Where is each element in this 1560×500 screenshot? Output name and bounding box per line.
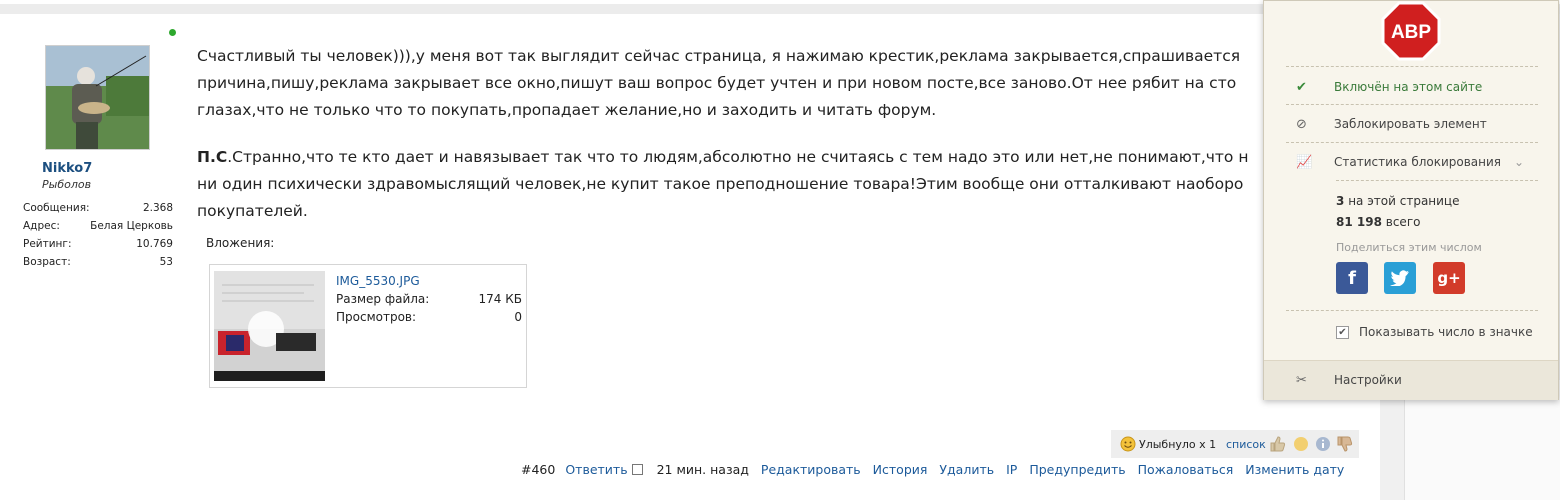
thumbs-up-icon[interactable] xyxy=(1268,435,1286,453)
post-paragraph-1: Счастливый ты человек))),у меня вот так … xyxy=(197,43,1267,124)
username[interactable]: Nikko7 xyxy=(42,161,92,176)
abp-settings-button[interactable]: ✂ Настройки xyxy=(1286,370,1538,390)
attachment-file-link[interactable]: IMG_5530.JPG xyxy=(336,274,420,288)
attachment-views-row: Просмотров: 0 xyxy=(336,310,522,324)
post-time: 21 мин. назад xyxy=(656,462,749,477)
tools-icon: ✂ xyxy=(1296,372,1307,388)
abp-separator xyxy=(1286,310,1538,311)
abp-separator xyxy=(1286,104,1538,105)
size-label: Размер файла: xyxy=(336,292,430,306)
attachment-size-row: Размер файла: 174 КБ xyxy=(336,292,522,306)
abp-enabled-label: Включён на этом сайте xyxy=(1334,80,1483,94)
user-stat-rating: Рейтинг: 10.769 xyxy=(23,235,173,253)
multiquote-checkbox[interactable] xyxy=(631,464,643,475)
post-paragraph-2: П.С.Странно,что те кто дает и навязывает… xyxy=(197,144,1267,225)
abp-enabled-toggle[interactable]: ✔ Включён на этом сайте xyxy=(1286,77,1538,97)
smile-react-icon[interactable] xyxy=(1293,436,1309,452)
abp-block-element-label: Заблокировать элемент xyxy=(1334,117,1487,131)
stat-label: Адрес: xyxy=(23,220,60,232)
reply-link[interactable]: Ответить xyxy=(565,462,627,477)
post-line: ни один психически здравомыслящий челове… xyxy=(197,175,1244,193)
edit-link[interactable]: Редактировать xyxy=(761,462,861,477)
user-stat-posts: Сообщения: 2.368 xyxy=(23,199,173,217)
page-count-value: 3 xyxy=(1336,194,1345,208)
thumbnail-image xyxy=(214,271,325,381)
svg-text:ABP: ABP xyxy=(1391,22,1431,43)
abp-show-count-option[interactable]: ✔ Показывать число в значке xyxy=(1336,322,1538,342)
post-line: глазах,что не только что то покупать,про… xyxy=(197,101,937,119)
chart-icon: 📈 xyxy=(1296,154,1313,170)
delete-link[interactable]: Удалить xyxy=(939,462,994,477)
abp-separator xyxy=(1286,66,1538,67)
post-line: причина,пишу,реклама закрывает все окно,… xyxy=(197,74,1237,92)
abp-separator xyxy=(1286,142,1538,143)
attachments-label: Вложения: xyxy=(206,236,275,250)
abp-share-label: Поделиться этим числом xyxy=(1336,241,1482,254)
user-title: Рыболов xyxy=(42,178,92,191)
abp-stats-label: Статистика блокирования xyxy=(1334,155,1502,169)
stat-label: Возраст: xyxy=(23,256,71,268)
total-count-value: 81 198 xyxy=(1336,215,1382,229)
abp-logo-icon: ABP xyxy=(1381,1,1441,61)
change-date-link[interactable]: Изменить дату xyxy=(1245,462,1344,477)
stat-value: 10.769 xyxy=(136,238,173,250)
reaction-count: Улыбнуло x 1 xyxy=(1139,438,1217,451)
abp-block-element[interactable]: ⊘ Заблокировать элемент xyxy=(1286,114,1538,134)
stat-value: 2.368 xyxy=(142,202,173,214)
user-stat-age: Возраст: 53 xyxy=(23,253,173,271)
facebook-share-button[interactable]: f xyxy=(1336,262,1368,294)
thumbs-down-icon[interactable] xyxy=(1335,435,1353,453)
post-line: .Странно,что те кто дает и навязывает та… xyxy=(227,148,1249,166)
report-link[interactable]: Пожаловаться xyxy=(1138,462,1234,477)
chevron-down-icon: ⌄ xyxy=(1513,155,1524,169)
info-icon[interactable] xyxy=(1315,436,1331,452)
abp-stats-toggle[interactable]: 📈 Статистика блокирования ⌄ xyxy=(1286,152,1538,172)
check-icon: ✔ xyxy=(1296,79,1307,95)
post-body: Счастливый ты человек))),у меня вот так … xyxy=(197,43,1267,245)
block-icon: ⊘ xyxy=(1296,116,1307,132)
reaction-list-link[interactable]: список xyxy=(1226,438,1266,451)
stat-value: Белая Церковь xyxy=(90,220,173,232)
abp-show-count-label: Показывать число в значке xyxy=(1359,325,1533,339)
abp-total-count: 81 198 всего xyxy=(1336,215,1420,229)
post-line: Счастливый ты человек))),у меня вот так … xyxy=(197,47,1241,65)
abp-separator xyxy=(1336,180,1538,181)
abp-settings-label: Настройки xyxy=(1334,373,1402,387)
user-stat-address: Адрес: Белая Церковь xyxy=(23,217,173,235)
page-count-label: на этой странице xyxy=(1348,194,1460,208)
user-info: Сообщения: 2.368 Адрес: Белая Церковь Рейт… xyxy=(23,199,173,271)
smile-icon xyxy=(1120,436,1136,452)
abp-page-count: 3 на этой странице xyxy=(1336,194,1460,208)
avatar[interactable] xyxy=(45,45,150,150)
checkbox-checked-icon[interactable]: ✔ xyxy=(1336,325,1349,339)
post-line: покупателей. xyxy=(197,202,308,220)
history-link[interactable]: История xyxy=(873,462,928,477)
post-ps-label: П.С xyxy=(197,148,228,166)
twitter-share-button[interactable] xyxy=(1384,262,1416,294)
abp-popup: ABP ✔ Включён на этом сайте ⊘ Заблокиров… xyxy=(1263,0,1559,400)
stat-value: 53 xyxy=(159,256,173,268)
post-number[interactable]: #460 xyxy=(521,462,555,477)
google-plus-share-button[interactable]: g+ xyxy=(1433,262,1465,294)
online-indicator xyxy=(169,29,176,36)
reactions-bar: Улыбнуло x 1 список xyxy=(1111,430,1359,458)
ip-link[interactable]: IP xyxy=(1006,462,1017,477)
views-value: 0 xyxy=(514,310,522,324)
twitter-icon xyxy=(1390,270,1409,286)
warn-link[interactable]: Предупредить xyxy=(1029,462,1125,477)
stat-label: Сообщения: xyxy=(23,202,90,214)
stat-label: Рейтинг: xyxy=(23,238,72,250)
attachment-card: IMG_5530.JPG Размер файла: 174 КБ Просмо… xyxy=(209,264,527,388)
post-actions-bar: #460 Ответить 21 мин. назад Редактироват… xyxy=(521,462,1344,477)
attachment-thumbnail[interactable] xyxy=(214,271,325,381)
total-count-label: всего xyxy=(1385,215,1421,229)
views-label: Просмотров: xyxy=(336,310,417,324)
avatar-image xyxy=(46,46,149,149)
size-value: 174 КБ xyxy=(478,292,522,306)
